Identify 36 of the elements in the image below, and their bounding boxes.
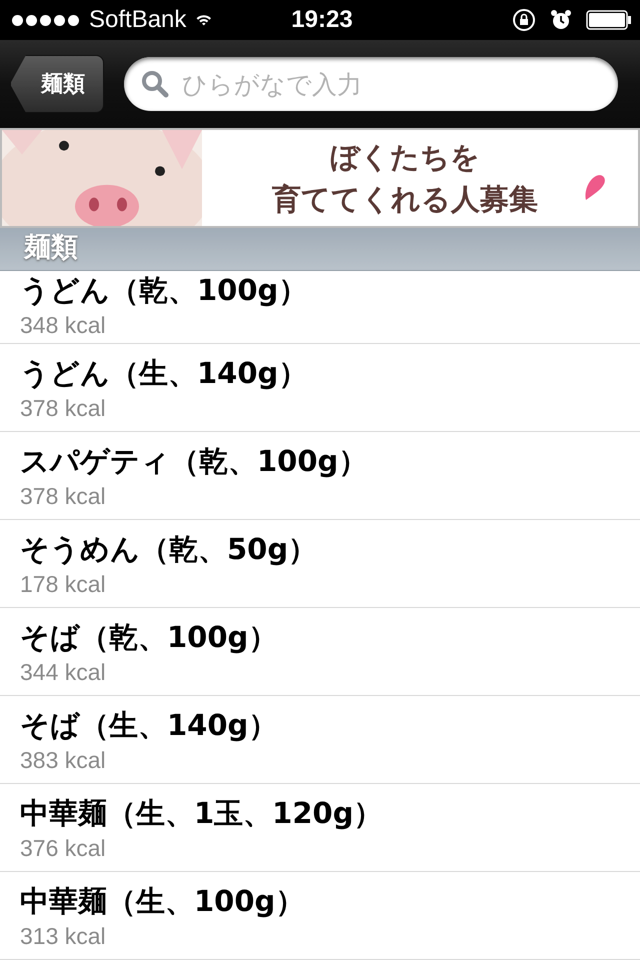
food-item[interactable]: そば（乾、100g） 344 kcal xyxy=(0,608,640,696)
calorie-text: 383 kcal xyxy=(20,746,106,775)
ad-banner[interactable]: ぼくたちを 育ててくれる人募集 xyxy=(0,128,640,228)
signal-icon xyxy=(12,14,79,26)
clock-time: 19:23 xyxy=(291,6,353,34)
food-name: スパゲティ（乾、100g） xyxy=(20,443,368,480)
food-name: そうめん（乾、50g） xyxy=(20,531,318,568)
food-item[interactable]: そうめん（乾、50g） 178 kcal xyxy=(0,520,640,608)
section-title: 麺類 xyxy=(24,232,78,263)
food-name: 中華麺（生、100g） xyxy=(20,883,304,920)
calorie-text: 178 kcal xyxy=(20,570,106,599)
food-name: うどん（乾、100g） xyxy=(20,272,308,309)
food-name: うどん（生、140g） xyxy=(20,355,308,392)
food-item[interactable]: そば（生、140g） 383 kcal xyxy=(0,696,640,784)
food-name: そば（乾、100g） xyxy=(20,619,278,656)
alarm-icon xyxy=(550,9,572,31)
calorie-text: 348 kcal xyxy=(20,311,106,340)
banner-text: ぼくたちを 育ててくれる人募集 xyxy=(271,139,539,218)
food-name: 中華麺（生、1玉、120g） xyxy=(20,795,382,832)
search-field[interactable]: ひらがなで入力 xyxy=(124,57,618,111)
food-item[interactable]: 中華麺（生、1玉、120g） 376 kcal xyxy=(0,784,640,872)
food-item[interactable]: うどん（生、140g） 378 kcal xyxy=(0,344,640,432)
calorie-text: 376 kcal xyxy=(20,834,106,863)
calorie-text: 344 kcal xyxy=(20,658,106,687)
back-button[interactable]: 麺類 xyxy=(10,55,104,113)
food-name: そば（生、140g） xyxy=(20,707,278,744)
food-item[interactable]: うどん（乾、100g） 348 kcal xyxy=(0,271,640,344)
calorie-text: 313 kcal xyxy=(20,922,106,951)
search-icon xyxy=(140,69,170,99)
rotation-lock-icon xyxy=(512,8,536,32)
calorie-text: 378 kcal xyxy=(20,394,106,423)
food-item[interactable]: 中華麺（生、100g） 313 kcal xyxy=(0,872,640,960)
calorie-text: 378 kcal xyxy=(20,482,106,511)
carrier-name: SoftBank xyxy=(89,6,186,34)
food-item[interactable]: スパゲティ（乾、100g） 378 kcal xyxy=(0,432,640,520)
battery-icon xyxy=(586,10,632,30)
